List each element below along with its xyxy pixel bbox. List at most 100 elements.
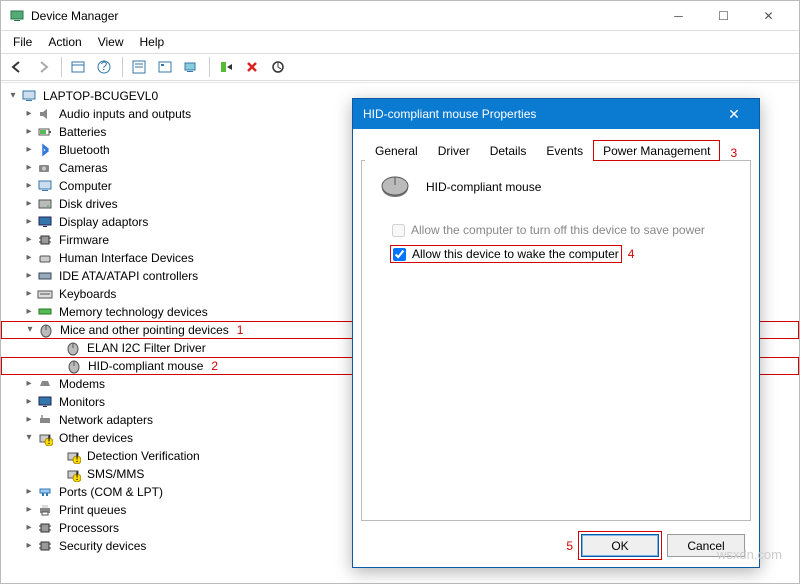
expand-icon[interactable]: ▾ <box>7 87 19 105</box>
expand-icon[interactable]: ▸ <box>23 411 35 429</box>
tree-item-label: Print queues <box>57 501 128 519</box>
forward-button[interactable] <box>31 56 55 78</box>
tree-item-label: Audio inputs and outputs <box>57 105 193 123</box>
expand-icon[interactable]: ▸ <box>23 105 35 123</box>
expand-icon[interactable]: ▸ <box>23 177 35 195</box>
tree-item-label: Bluetooth <box>57 141 112 159</box>
expand-icon[interactable]: ▸ <box>23 375 35 393</box>
ide-icon <box>37 268 53 284</box>
tree-item-label: Firmware <box>57 231 111 249</box>
tree-item-label: HID-compliant mouse <box>86 357 205 375</box>
maximize-button[interactable]: ☐ <box>701 2 746 30</box>
titlebar[interactable]: Device Manager ─ ☐ ✕ <box>1 1 799 31</box>
device-name-label: HID-compliant mouse <box>426 180 541 194</box>
expand-icon[interactable]: ▸ <box>23 141 35 159</box>
annotation: 2 <box>211 357 218 375</box>
tree-item-label: Disk drives <box>57 195 120 213</box>
checkbox-row-wake[interactable]: Allow this device to wake the computer <box>390 245 622 263</box>
tree-item-label: Processors <box>57 519 121 537</box>
properties-button[interactable] <box>127 56 151 78</box>
expand-icon[interactable]: ▸ <box>23 501 35 519</box>
svg-text:?: ? <box>101 60 108 73</box>
scan-button[interactable] <box>179 56 203 78</box>
tree-item-label: ELAN I2C Filter Driver <box>85 339 208 357</box>
toolbar: ? <box>1 53 799 81</box>
expand-icon[interactable]: ▾ <box>23 429 35 447</box>
warn-icon: ! <box>65 466 81 482</box>
chip-icon <box>37 520 53 536</box>
warn-icon: ! <box>65 448 81 464</box>
tree-item-label: Security devices <box>57 537 148 555</box>
dialog-close-button[interactable]: ✕ <box>719 106 749 123</box>
menu-help[interactable]: Help <box>132 33 173 51</box>
tree-item-label: Display adaptors <box>57 213 150 231</box>
menu-action[interactable]: Action <box>40 33 89 51</box>
dialog-body: General Driver Details Events Power Mana… <box>361 129 751 521</box>
tree-item-label: Computer <box>57 177 114 195</box>
expand-icon[interactable]: ▸ <box>23 231 35 249</box>
tab-panel: HID-compliant mouse Allow the computer t… <box>361 161 751 521</box>
pc-icon <box>37 178 53 194</box>
app-icon <box>9 8 25 24</box>
tab-details[interactable]: Details <box>480 140 537 161</box>
chip-icon <box>37 538 53 554</box>
print-icon <box>37 502 53 518</box>
hid-icon <box>37 250 53 266</box>
mouse-icon <box>66 358 82 374</box>
expand-icon[interactable]: ▸ <box>23 213 35 231</box>
properties-dialog: HID-compliant mouse Properties ✕ General… <box>352 98 760 568</box>
annotation-3: 3 <box>730 146 737 160</box>
separator <box>61 57 62 77</box>
minimize-button[interactable]: ─ <box>656 2 701 30</box>
disk-icon <box>37 196 53 212</box>
tab-driver[interactable]: Driver <box>428 140 480 161</box>
checkbox-turnoff-label: Allow the computer to turn off this devi… <box>411 223 705 237</box>
tab-events[interactable]: Events <box>536 140 593 161</box>
menu-file[interactable]: File <box>5 33 40 51</box>
tree-item-label: Cameras <box>57 159 110 177</box>
expand-icon[interactable]: ▸ <box>23 159 35 177</box>
expand-icon[interactable]: ▸ <box>23 393 35 411</box>
tree-item-label: Monitors <box>57 393 107 411</box>
ok-button[interactable]: OK <box>581 534 659 557</box>
menu-view[interactable]: View <box>90 33 132 51</box>
mouse-icon <box>65 340 81 356</box>
show-hidden-button[interactable] <box>66 56 90 78</box>
properties2-button[interactable] <box>153 56 177 78</box>
dialog-titlebar[interactable]: HID-compliant mouse Properties ✕ <box>353 99 759 129</box>
checkbox-wake[interactable] <box>393 248 406 261</box>
expand-icon[interactable]: ▸ <box>23 267 35 285</box>
expand-icon[interactable]: ▸ <box>23 519 35 537</box>
tree-item-label: SMS/MMS <box>85 465 146 483</box>
expand-icon[interactable]: ▸ <box>23 303 35 321</box>
close-button[interactable]: ✕ <box>746 2 791 30</box>
tree-item-label: Network adapters <box>57 411 155 429</box>
svg-text:!: ! <box>47 433 50 446</box>
expand-icon[interactable]: ▸ <box>23 195 35 213</box>
device-header: HID-compliant mouse <box>378 175 734 199</box>
expand-icon[interactable]: ▸ <box>23 285 35 303</box>
expand-icon[interactable]: ▸ <box>23 249 35 267</box>
tree-item-label: LAPTOP-BCUGEVL0 <box>41 87 160 105</box>
separator <box>122 57 123 77</box>
tab-general[interactable]: General <box>365 140 428 161</box>
expand-icon[interactable]: ▸ <box>23 483 35 501</box>
expand-icon[interactable]: ▾ <box>24 321 36 339</box>
help-button[interactable]: ? <box>92 56 116 78</box>
update-button[interactable] <box>266 56 290 78</box>
expand-icon[interactable]: ▸ <box>23 537 35 555</box>
battery-icon <box>37 124 53 140</box>
enable-button[interactable] <box>214 56 238 78</box>
back-button[interactable] <box>5 56 29 78</box>
svg-text:!: ! <box>75 469 78 482</box>
net-icon <box>37 412 53 428</box>
tab-strip: General Driver Details Events Power Mana… <box>361 137 751 161</box>
expand-icon[interactable]: ▸ <box>23 123 35 141</box>
dialog-title: HID-compliant mouse Properties <box>363 107 719 121</box>
annotation-4: 4 <box>628 247 635 261</box>
tree-item-label: Modems <box>57 375 107 393</box>
chip-icon <box>37 232 53 248</box>
modem-icon <box>37 376 53 392</box>
tab-power-management[interactable]: Power Management <box>593 140 720 161</box>
uninstall-button[interactable] <box>240 56 264 78</box>
